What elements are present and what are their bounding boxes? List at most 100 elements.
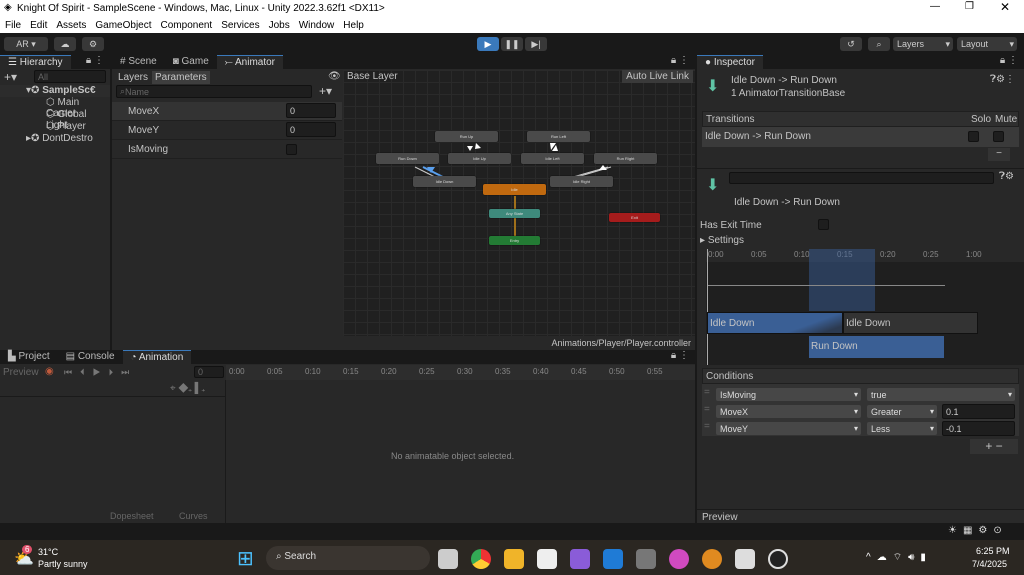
condition-op-dropdown[interactable]: Greater — [867, 405, 937, 418]
hierarchy-search[interactable]: All — [34, 70, 106, 83]
mute-checkbox[interactable] — [993, 131, 1004, 142]
state-run-left[interactable]: Run Left — [527, 131, 590, 142]
app-icon-2[interactable] — [702, 549, 722, 569]
dopesheet-tab[interactable]: Dopesheet — [110, 511, 154, 521]
outlook-icon[interactable] — [603, 549, 623, 569]
layers-tab[interactable]: Layers — [118, 72, 148, 83]
settings-foldout[interactable]: ▸ Settings — [700, 235, 744, 246]
frame-field[interactable]: 0 — [194, 366, 224, 378]
exit-node[interactable]: Exit — [609, 213, 660, 222]
add-icon[interactable]: +▾ — [4, 70, 17, 84]
menu-jobs[interactable]: Jobs — [269, 20, 290, 31]
clock-time[interactable]: 6:25 PM — [976, 546, 1010, 556]
transition-name-field[interactable] — [729, 172, 994, 184]
tab-project[interactable]: ▙ Project — [0, 350, 58, 364]
entry-node[interactable]: Entry — [489, 236, 540, 245]
hierarchy-item[interactable]: ⬡ Player — [46, 121, 86, 132]
menu-gameobject[interactable]: GameObject — [95, 20, 151, 31]
animation-timeline-ruler[interactable]: 0:000:050:100:150:200:250:300:350:400:45… — [226, 365, 695, 380]
state-run-right[interactable]: Run Right — [594, 153, 657, 164]
menu-window[interactable]: Window — [299, 20, 335, 31]
eye-icon[interactable]: 👁︎ — [328, 71, 341, 82]
pause-button[interactable]: ❚❚ — [501, 37, 523, 51]
taskbar-search[interactable]: ⌕ Search — [266, 546, 430, 570]
menu-edit[interactable]: Edit — [30, 20, 47, 31]
play-button[interactable]: ▶ — [477, 37, 499, 51]
clip-destination[interactable]: Run Down — [809, 336, 944, 358]
any-state-node[interactable]: Any State — [489, 209, 540, 218]
menu-component[interactable]: Component — [161, 20, 213, 31]
minimize-button[interactable]: — — [930, 1, 940, 12]
parameters-tab[interactable]: Parameters — [152, 71, 210, 84]
lock-icon[interactable]: 🔒︎ ⋮ — [671, 55, 695, 69]
parameter-row[interactable]: MoveX0 — [112, 102, 342, 121]
state-idle-left[interactable]: Idle Left — [521, 153, 584, 164]
menu-services[interactable]: Services — [221, 20, 259, 31]
cloud-icon[interactable]: ☁ — [54, 37, 76, 51]
chrome-icon[interactable] — [471, 549, 491, 569]
tab-game[interactable]: ◙ Game — [165, 55, 217, 69]
param-value[interactable]: 0 — [286, 122, 336, 137]
hierarchy-item[interactable]: ▾✪ SampleSc€ — [0, 85, 110, 97]
condition-param-dropdown[interactable]: MoveY — [716, 422, 861, 435]
lock-icon[interactable]: 🔒︎ ⋮ — [671, 350, 695, 364]
clip-source[interactable]: Idle Down — [707, 312, 843, 334]
param-value[interactable]: 0 — [286, 103, 336, 118]
layers-dropdown[interactable]: Layers▾ — [893, 37, 953, 51]
state-idle-up[interactable]: Idle Up — [448, 153, 511, 164]
store-icon[interactable] — [537, 549, 557, 569]
close-button[interactable]: ✕ — [1000, 0, 1010, 14]
condition-value-field[interactable]: -0.1 — [942, 421, 1015, 436]
windows-start-icon[interactable]: ⊞ — [237, 546, 254, 571]
condition-op-dropdown[interactable]: Less — [867, 422, 937, 435]
condition-param-dropdown[interactable]: MoveX — [716, 405, 861, 418]
menu-file[interactable]: File — [5, 20, 21, 31]
system-tray-icons[interactable]: ^☁⌔🔊︎▮ — [866, 551, 932, 564]
unity-icon[interactable] — [735, 549, 755, 569]
tab-animation[interactable]: ◔ Animation — [123, 350, 192, 364]
solo-checkbox[interactable] — [968, 131, 979, 142]
state-idle-down[interactable]: Idle Down — [413, 176, 476, 187]
task-view-icon[interactable] — [438, 549, 458, 569]
add-keyframe-icon[interactable]: ⌖ ◆₊ ▌₊ — [170, 383, 205, 394]
layout-dropdown[interactable]: Layout▾ — [957, 37, 1017, 51]
state-idle-default[interactable]: Idle — [483, 184, 546, 195]
condition-param-dropdown[interactable]: IsMoving — [716, 388, 861, 401]
lock-icon[interactable]: 🔒︎ ⋮ — [1000, 55, 1024, 69]
transition-row[interactable]: Idle Down -> Run Down — [702, 127, 1019, 147]
search-icon[interactable]: ⌕ — [868, 37, 890, 51]
state-idle-right[interactable]: Idle Right — [550, 176, 613, 187]
clip-source-loop[interactable]: Idle Down — [843, 312, 978, 334]
collab-icon[interactable]: ⚙ — [82, 37, 104, 51]
playhead[interactable] — [707, 249, 708, 365]
hierarchy-item[interactable]: ▸✪ DontDestro — [26, 133, 93, 144]
state-run-down[interactable]: Run Down — [376, 153, 439, 164]
tab-hierarchy[interactable]: ☰ Hierarchy — [0, 55, 71, 69]
condition-op-dropdown[interactable]: true — [867, 388, 1015, 401]
transition-timeline[interactable]: 0:000:050:100:150:200:251:00 Idle Down I… — [706, 249, 1024, 365]
lock-icon[interactable]: 🔒︎ ⋮ — [86, 55, 110, 69]
condition-value-field[interactable]: 0.1 — [942, 404, 1015, 419]
add-parameter-button[interactable]: +▾ — [319, 84, 332, 98]
state-run-up[interactable]: Run Up — [435, 131, 498, 142]
playback-controls[interactable]: ⏮⏴▶⏵⏭ — [64, 367, 137, 378]
parameter-row[interactable]: MoveY0 — [112, 121, 342, 140]
tab-inspector[interactable]: ● Inspector — [697, 55, 763, 69]
chatgpt-icon[interactable] — [768, 549, 788, 569]
transition-range[interactable] — [809, 249, 875, 311]
unity-hub-icon[interactable] — [636, 549, 656, 569]
step-button[interactable]: ▶| — [525, 37, 547, 51]
menu-assets[interactable]: Assets — [56, 20, 86, 31]
app-icon[interactable] — [669, 549, 689, 569]
add-remove-condition-buttons[interactable]: + − — [970, 439, 1018, 454]
tab-console[interactable]: ▤ Console — [58, 350, 123, 364]
help-icon[interactable]: ❓︎⚙⋮ — [990, 74, 1015, 85]
clock-date[interactable]: 7/4/2025 — [972, 559, 1007, 569]
param-checkbox[interactable] — [286, 144, 297, 155]
tab-scene[interactable]: # Scene — [112, 55, 165, 69]
maximize-button[interactable]: ❐ — [965, 1, 974, 12]
remove-transition-button[interactable]: − — [988, 148, 1010, 161]
preview-header[interactable]: Preview — [697, 509, 1024, 523]
file-explorer-icon[interactable] — [504, 549, 524, 569]
curves-tab[interactable]: Curves — [179, 511, 208, 521]
